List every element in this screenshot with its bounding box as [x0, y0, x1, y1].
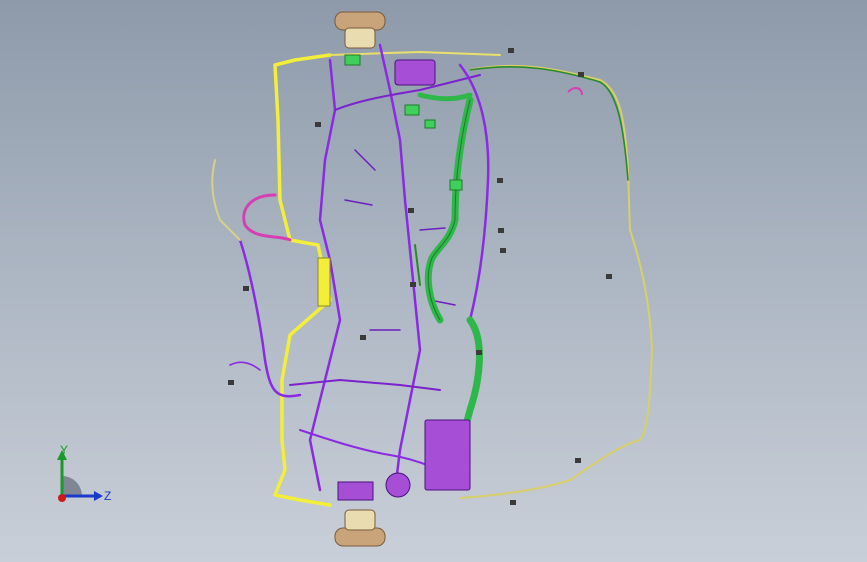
green-tube-upper — [424, 96, 474, 324]
outer-harness-right — [459, 64, 653, 499]
purple-mid-stubs — [344, 149, 456, 331]
green-upper-hose — [417, 92, 473, 102]
purple-right-arc — [458, 63, 490, 322]
x-axis-dot — [58, 494, 66, 502]
3d-viewport[interactable]: Y Z — [0, 0, 867, 562]
magenta-stub-right — [567, 87, 583, 96]
purple-lower-cross — [289, 379, 441, 391]
top-mount — [334, 11, 386, 49]
axis-triad: Y Z — [57, 443, 111, 503]
triad-sector — [62, 476, 82, 496]
connectors — [228, 48, 612, 505]
purple-lower-arc — [238, 238, 302, 398]
z-axis-label: Z — [104, 489, 111, 503]
wire-harness-model[interactable] — [0, 0, 867, 562]
yellow-block — [317, 257, 331, 307]
bottom-mount — [334, 509, 386, 547]
purple-left-stub — [229, 361, 261, 371]
beige-left-branch — [211, 159, 241, 241]
z-axis-arrow — [94, 491, 103, 501]
y-axis-label: Y — [60, 443, 68, 457]
green-stub — [414, 244, 421, 286]
